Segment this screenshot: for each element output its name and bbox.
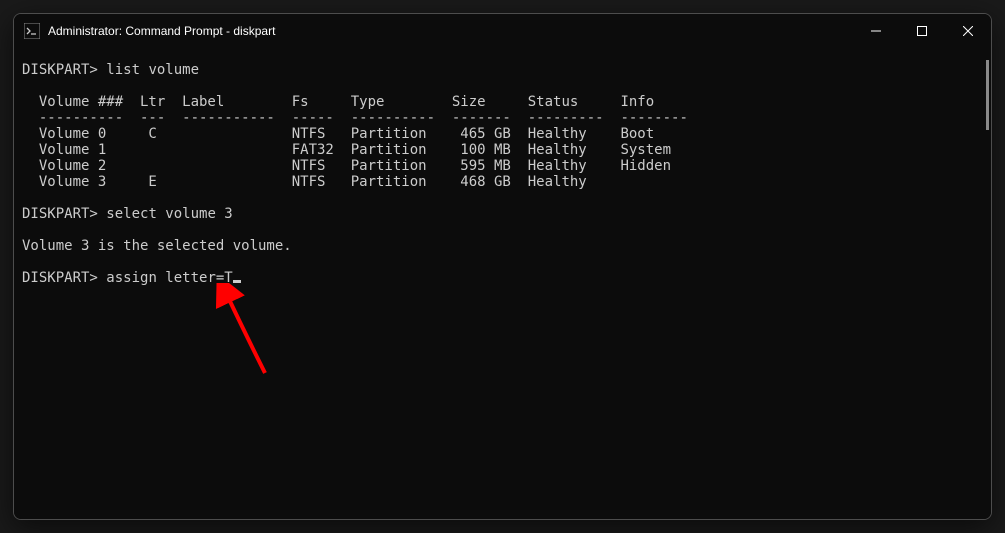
command-list-volume: list volume [106, 62, 199, 78]
command-prompt-window: Administrator: Command Prompt - diskpart… [13, 13, 992, 520]
window-title: Administrator: Command Prompt - diskpart [48, 24, 853, 38]
prompt: DISKPART> [22, 270, 98, 286]
table-divider: ---------- --- ----------- ----- -------… [22, 110, 688, 126]
table-row: Volume 3 E NTFS Partition 468 GB Healthy [22, 174, 587, 190]
text-cursor [233, 280, 241, 283]
table-row: Volume 2 NTFS Partition 595 MB Healthy H… [22, 158, 671, 174]
prompt: DISKPART> [22, 62, 98, 78]
prompt: DISKPART> [22, 206, 98, 222]
app-icon [24, 23, 40, 39]
table-row: Volume 1 FAT32 Partition 100 MB Healthy … [22, 142, 671, 158]
close-button[interactable] [945, 14, 991, 48]
window-controls [853, 14, 991, 48]
select-response: Volume 3 is the selected volume. [22, 238, 292, 254]
table-row: Volume 0 C NTFS Partition 465 GB Healthy… [22, 126, 654, 142]
maximize-button[interactable] [899, 14, 945, 48]
command-assign-letter: assign letter=T [106, 270, 232, 286]
command-select-volume: select volume 3 [106, 206, 232, 222]
titlebar[interactable]: Administrator: Command Prompt - diskpart [14, 14, 991, 48]
table-header: Volume ### Ltr Label Fs Type Size Status… [22, 94, 654, 110]
terminal-output[interactable]: DISKPART> list volume Volume ### Ltr Lab… [14, 48, 991, 519]
scrollbar-thumb[interactable] [986, 60, 989, 130]
minimize-button[interactable] [853, 14, 899, 48]
